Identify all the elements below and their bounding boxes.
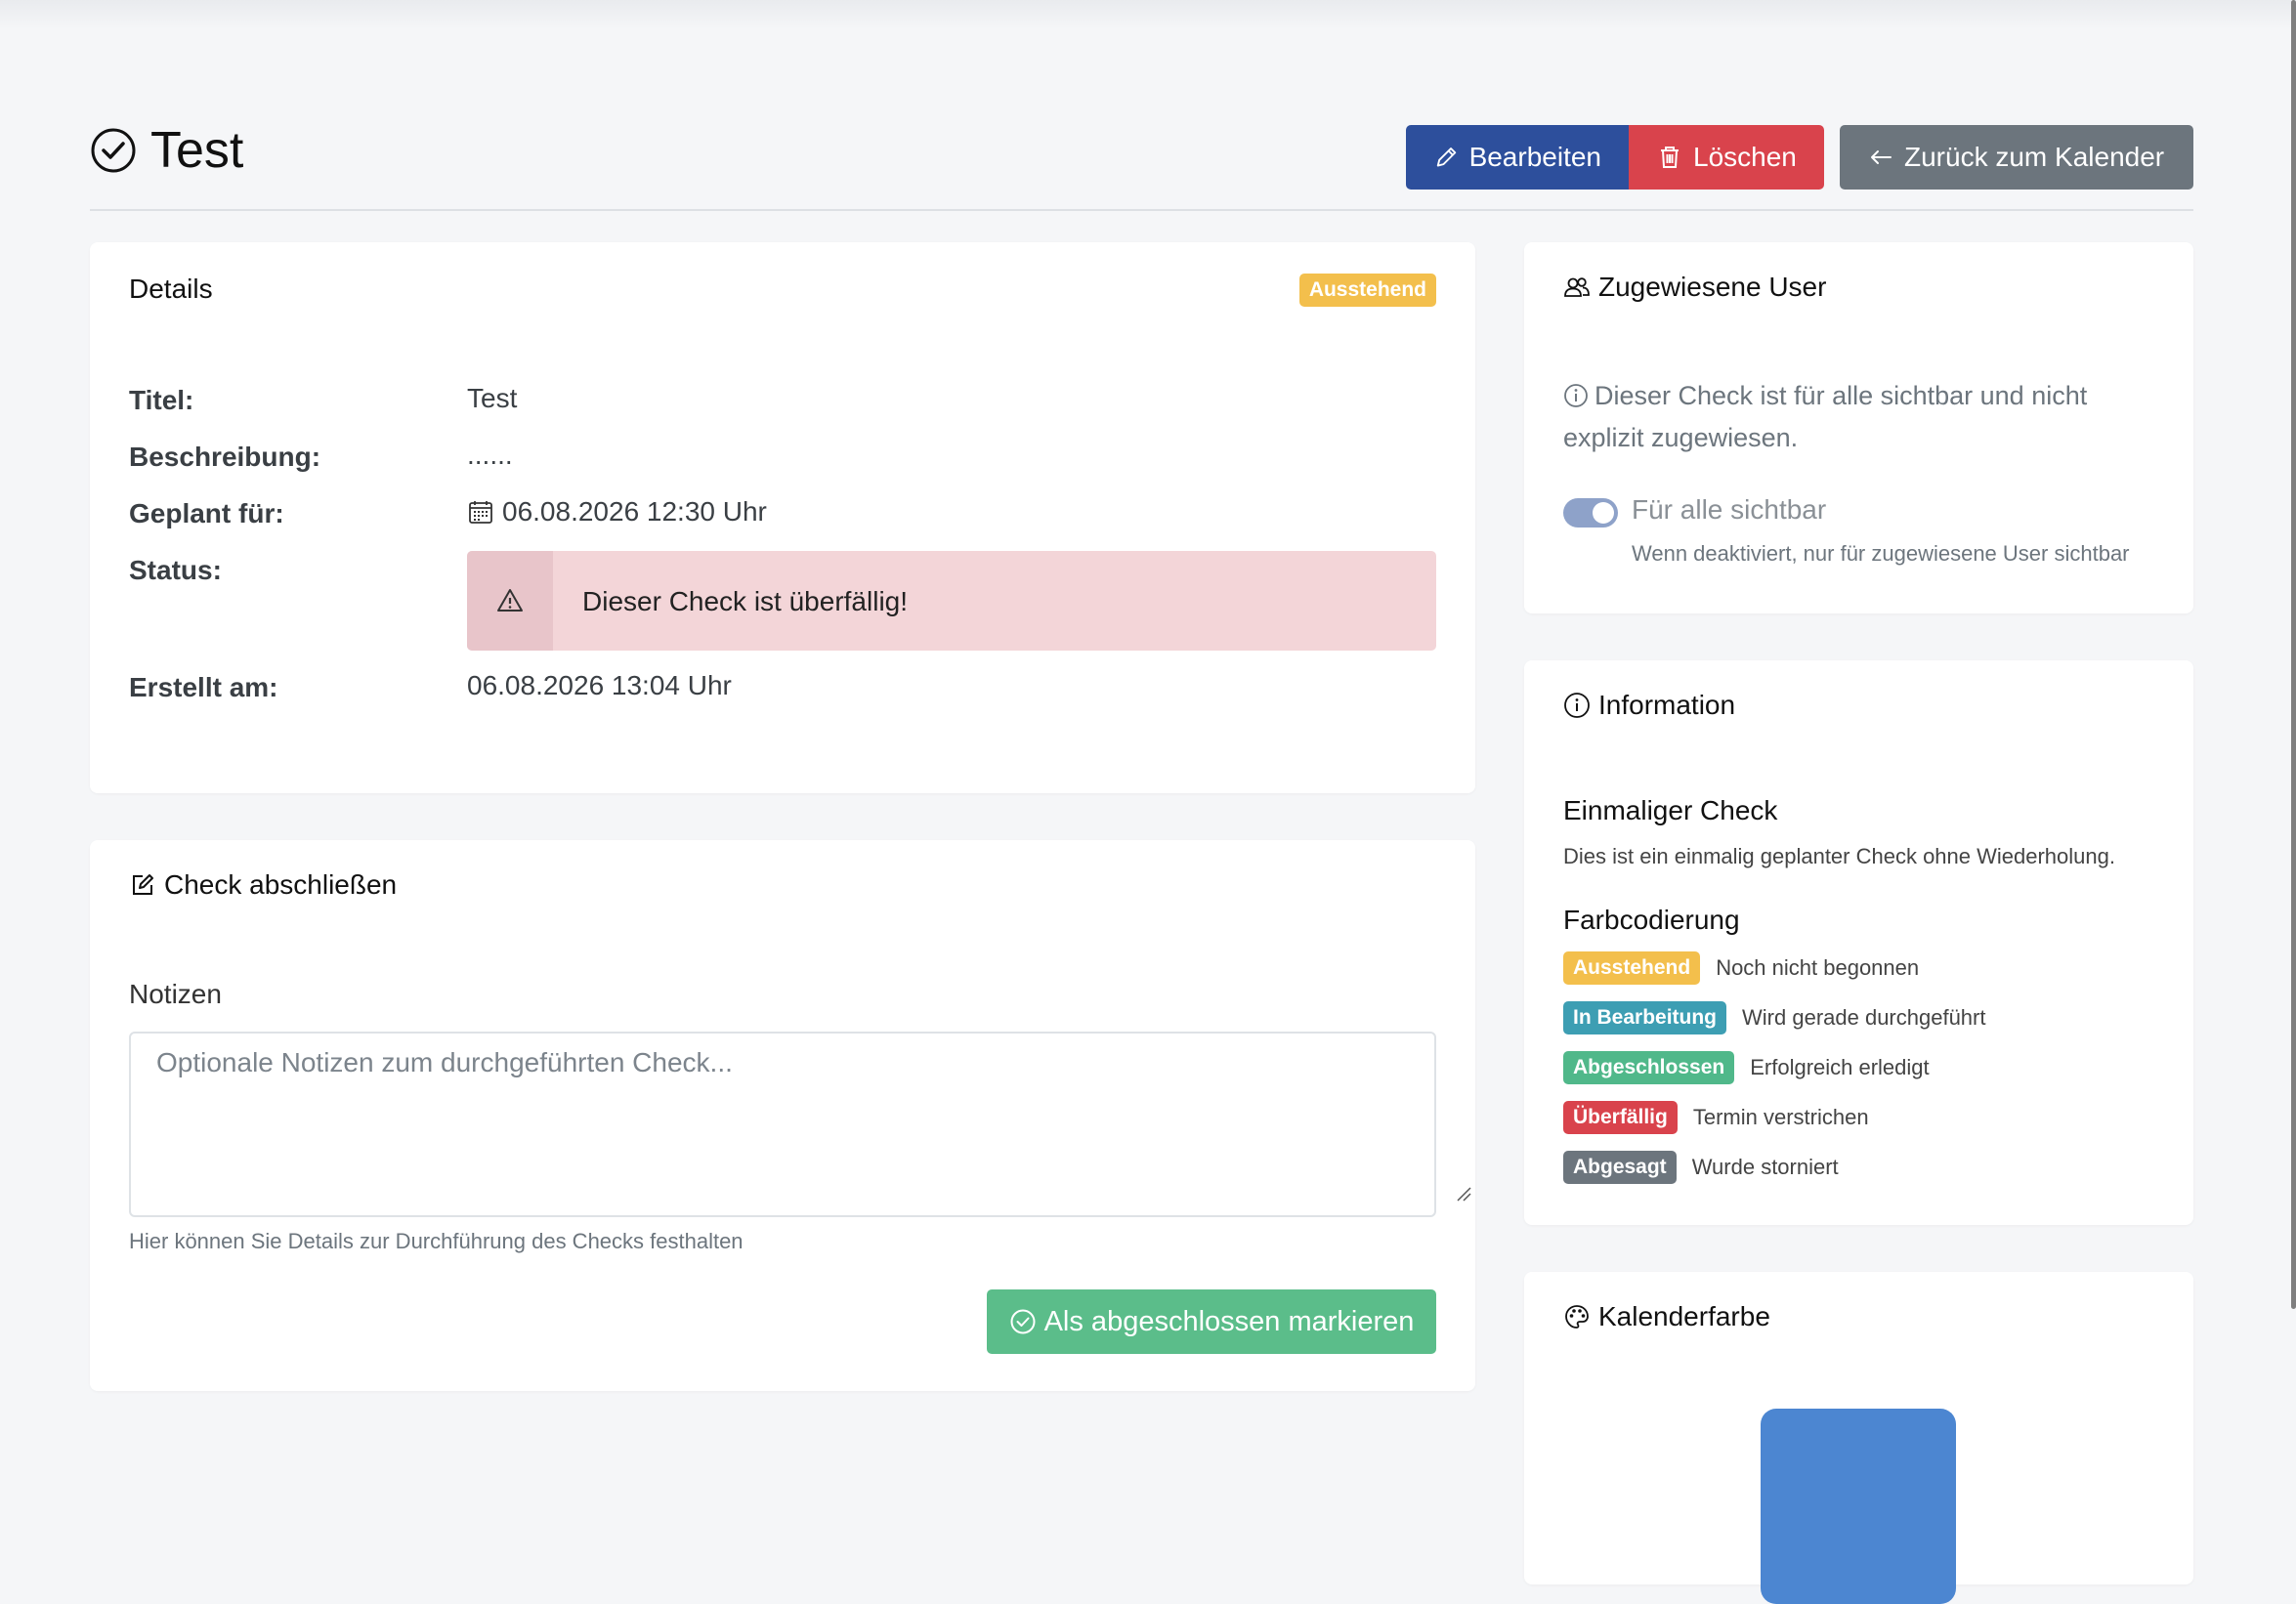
- title-wrap: Test: [90, 121, 243, 180]
- calendar-color-heading-text: Kalenderfarbe: [1598, 1301, 1770, 1331]
- legend-desc: Wird gerade durchgeführt: [1742, 1005, 1986, 1030]
- edit-button[interactable]: Bearbeiten: [1406, 125, 1629, 190]
- complete-check-card: Check abschließen Notizen Hier können Si…: [90, 840, 1475, 1391]
- legend-desc: Noch nicht begonnen: [1716, 955, 1920, 980]
- notes-label: Notizen: [129, 979, 222, 1009]
- calendar-icon: [469, 501, 492, 524]
- trash-icon: [1661, 147, 1679, 168]
- legend-heading: Farbcodierung: [1563, 905, 1740, 935]
- edit-button-label: Bearbeiten: [1468, 142, 1601, 172]
- details-card: Details Ausstehend Titel: Test Beschreib…: [90, 242, 1475, 793]
- mark-complete-label: Als abgeschlossen markieren: [1043, 1305, 1415, 1337]
- info-circle-icon: [1564, 693, 1590, 718]
- back-to-calendar-button[interactable]: Zurück zum Kalender: [1840, 125, 2193, 190]
- page-scrollbar[interactable]: [2291, 0, 2296, 1309]
- legend-desc: Wurde storniert: [1691, 1155, 1839, 1179]
- visible-to-all-toggle[interactable]: [1563, 498, 1618, 528]
- check-type-heading: Einmaliger Check: [1563, 795, 1778, 825]
- notes-help-text: Hier können Sie Details zur Durchführung…: [129, 1229, 744, 1253]
- overdue-alert: Dieser Check ist überfällig!: [467, 551, 1436, 651]
- scheduled-label: Geplant für:: [129, 498, 284, 528]
- visibility-info-text: Dieser Check ist für alle sichtbar und n…: [1563, 381, 2088, 452]
- toggle-knob: [1593, 502, 1614, 524]
- description-value: ......: [467, 440, 513, 470]
- legend-item: In Bearbeitung Wird gerade durchgeführt: [1563, 1001, 1985, 1034]
- check-circle-icon: [1010, 1309, 1036, 1334]
- legend-item: Überfällig Termin verstrichen: [1563, 1101, 1869, 1134]
- title-value: Test: [467, 383, 518, 413]
- complete-check-heading-text: Check abschließen: [164, 869, 398, 900]
- legend-badge-overdue: Überfällig: [1563, 1101, 1678, 1134]
- delete-button[interactable]: Löschen: [1629, 125, 1824, 190]
- legend-item: Abgesagt Wurde storniert: [1563, 1151, 1839, 1184]
- check-circle-icon: [91, 128, 136, 173]
- legend-badge-pending: Ausstehend: [1563, 951, 1701, 985]
- status-badge: Ausstehend: [1298, 274, 1436, 307]
- legend-item: Abgeschlossen Erfolgreich erledigt: [1563, 1051, 1930, 1084]
- scheduled-value: 06.08.2026 12:30 Uhr: [467, 496, 767, 528]
- calendar-color-swatch[interactable]: [1761, 1409, 1956, 1604]
- toggle-help-text: Wenn deaktiviert, nur für zugewiesene Us…: [1632, 541, 2130, 566]
- assigned-users-heading-text: Zugewiesene User: [1598, 272, 1827, 302]
- arrow-left-icon: [1871, 150, 1892, 164]
- assigned-users-heading: Zugewiesene User: [1563, 272, 1826, 303]
- delete-button-label: Löschen: [1693, 142, 1797, 172]
- alert-icon-box: [467, 551, 553, 651]
- description-label: Beschreibung:: [129, 442, 321, 472]
- assigned-users-card: Zugewiesene User Dieser Check ist für al…: [1524, 242, 2193, 613]
- created-value: 06.08.2026 13:04 Uhr: [467, 670, 732, 700]
- legend-item: Ausstehend Noch nicht begonnen: [1563, 951, 1919, 985]
- calendar-color-heading: Kalenderfarbe: [1563, 1301, 1770, 1332]
- notes-textarea[interactable]: [129, 1032, 1436, 1217]
- complete-check-heading: Check abschließen: [129, 869, 397, 901]
- calendar-color-card: Kalenderfarbe: [1524, 1272, 2193, 1604]
- legend-badge-in-progress: In Bearbeitung: [1563, 1001, 1727, 1034]
- legend-badge-completed: Abgeschlossen: [1563, 1051, 1735, 1084]
- legend-desc: Termin verstrichen: [1692, 1105, 1869, 1129]
- page-title: Test: [150, 122, 244, 179]
- action-buttons: Bearbeiten Löschen Zurück zum Kalender: [1406, 125, 2193, 190]
- pencil-icon: [1436, 148, 1457, 167]
- information-card: Information Einmaliger Check Dies ist ei…: [1524, 660, 2193, 1225]
- info-circle-icon: [1564, 384, 1588, 407]
- legend-desc: Erfolgreich erledigt: [1750, 1055, 1930, 1079]
- information-heading: Information: [1563, 690, 1735, 721]
- details-heading-text: Details: [129, 274, 213, 304]
- back-button-label: Zurück zum Kalender: [1904, 142, 2165, 172]
- created-label: Erstellt am:: [129, 672, 278, 702]
- warning-triangle-icon: [497, 589, 523, 612]
- check-type-desc: Dies ist ein einmalig geplanter Check oh…: [1563, 844, 2115, 868]
- top-shadow: [0, 0, 2296, 29]
- overdue-alert-text: Dieser Check ist überfällig!: [582, 586, 909, 616]
- mark-complete-button[interactable]: Als abgeschlossen markieren: [987, 1289, 1436, 1354]
- visibility-info: Dieser Check ist für alle sichtbar und n…: [1563, 375, 2169, 459]
- edit-square-icon: [133, 874, 153, 895]
- toggle-label: Für alle sichtbar: [1632, 494, 1827, 525]
- status-label: Status:: [129, 555, 222, 585]
- scheduled-datetime: 06.08.2026 12:30 Uhr: [502, 496, 767, 527]
- information-heading-text: Information: [1598, 690, 1736, 720]
- resize-grip-icon[interactable]: [1456, 1186, 1471, 1202]
- users-icon: [1564, 277, 1590, 297]
- palette-icon: [1565, 1305, 1589, 1329]
- page-header: Test Bearbeiten Löschen Zurück zum Kalen…: [90, 117, 2193, 211]
- title-label: Titel:: [129, 385, 194, 415]
- legend-badge-cancelled: Abgesagt: [1563, 1151, 1677, 1184]
- details-heading: Details: [129, 274, 213, 305]
